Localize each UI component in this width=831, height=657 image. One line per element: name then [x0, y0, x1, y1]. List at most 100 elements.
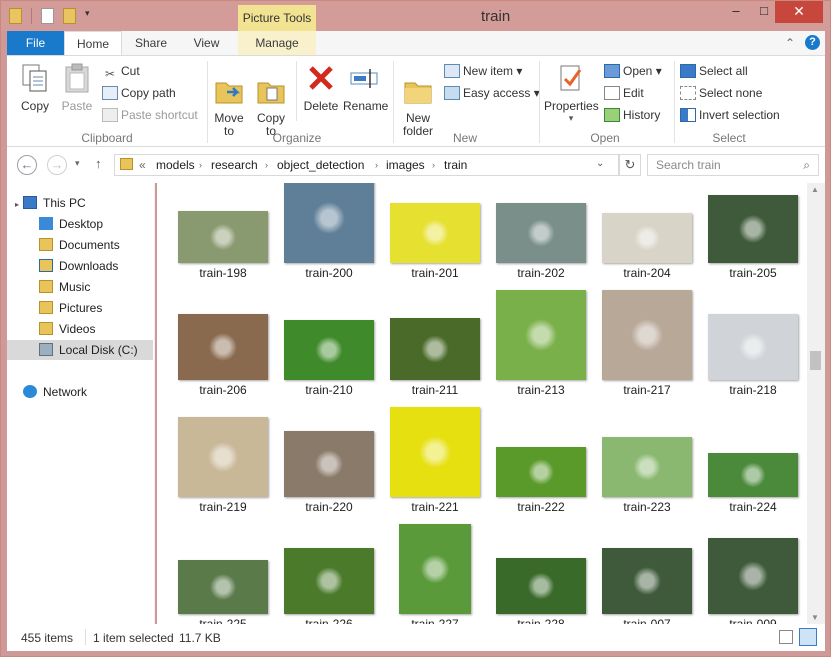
scroll-down-icon[interactable]: ▼: [811, 613, 819, 622]
file-thumbnail[interactable]: train-206: [170, 300, 276, 400]
breadcrumb-train[interactable]: train: [444, 158, 467, 172]
new-item-button[interactable]: New item ▾: [444, 62, 522, 80]
large-icons-view-icon[interactable]: [799, 628, 817, 646]
delete-icon: [309, 66, 333, 90]
up-arrow-icon[interactable]: ↑: [95, 156, 102, 171]
forward-button[interactable]: →: [47, 155, 67, 175]
invert-selection-button[interactable]: Invert selection: [680, 106, 780, 124]
scrollbar-thumb[interactable]: [810, 351, 821, 370]
tab-share[interactable]: Share: [125, 31, 177, 55]
select-all-button[interactable]: Select all: [680, 62, 748, 80]
file-thumbnail[interactable]: train-227: [382, 524, 488, 624]
nav-videos[interactable]: Videos: [7, 319, 153, 339]
file-thumbnail[interactable]: train-205: [700, 183, 806, 283]
breadcrumb-research[interactable]: research: [211, 158, 258, 172]
move-to-button[interactable]: Move to: [211, 62, 247, 151]
nav-documents[interactable]: Documents: [7, 235, 153, 255]
file-thumbnail[interactable]: train-218: [700, 300, 806, 400]
refresh-button[interactable]: ↻: [619, 154, 641, 176]
new-folder-icon[interactable]: [63, 8, 76, 24]
scroll-up-icon[interactable]: ▲: [811, 185, 819, 194]
copy-path-button[interactable]: Copy path: [102, 84, 176, 102]
file-name: train-205: [729, 266, 777, 280]
tab-file[interactable]: File: [7, 31, 64, 55]
expand-chevron-icon[interactable]: ▸: [15, 389, 19, 398]
tab-view[interactable]: View: [179, 31, 234, 55]
file-thumbnail[interactable]: train-220: [276, 417, 382, 517]
nav-pictures[interactable]: Pictures: [7, 298, 153, 318]
nav-local-disk-label: Local Disk (C:): [59, 343, 138, 357]
breadcrumb-models[interactable]: models: [156, 158, 195, 172]
edit-label: Edit: [623, 86, 644, 100]
chevron-right-icon[interactable]: ›: [375, 160, 378, 170]
folder-icon: [120, 158, 133, 170]
file-thumbnail[interactable]: train-201: [382, 183, 488, 283]
nav-network[interactable]: ▸ Network: [15, 382, 161, 402]
maximize-button[interactable]: □: [751, 1, 777, 23]
file-thumbnail[interactable]: train-210: [276, 300, 382, 400]
file-thumbnail[interactable]: train-211: [382, 300, 488, 400]
cut-label: Cut: [121, 64, 140, 78]
file-thumbnail[interactable]: train-219: [170, 417, 276, 517]
close-button[interactable]: ✕: [775, 1, 823, 23]
nav-desktop[interactable]: Desktop: [7, 214, 153, 234]
file-thumbnail[interactable]: train-224: [700, 417, 806, 517]
copy-button[interactable]: Copy: [17, 62, 53, 113]
easy-access-button[interactable]: Easy access ▾: [444, 84, 540, 102]
nav-local-disk[interactable]: Local Disk (C:): [7, 340, 153, 360]
tab-manage[interactable]: Manage: [238, 31, 316, 55]
file-thumbnail[interactable]: train-007: [594, 534, 700, 624]
file-list: train-198 train-200 train-201 train-202 trai…: [157, 183, 807, 624]
chevron-down-icon[interactable]: ⌄: [596, 158, 604, 169]
nav-music[interactable]: Music: [7, 277, 153, 297]
expand-chevron-icon[interactable]: ▸: [15, 200, 19, 209]
select-none-button[interactable]: Select none: [680, 84, 762, 102]
properties-button[interactable]: Properties ▾: [544, 62, 599, 124]
file-thumbnail[interactable]: train-204: [594, 183, 700, 283]
file-name: train-204: [623, 266, 671, 280]
history-button[interactable]: History: [604, 106, 660, 124]
cut-button[interactable]: ✂ Cut: [102, 62, 140, 81]
paste-shortcut-button[interactable]: Paste shortcut: [102, 106, 198, 124]
file-thumbnail[interactable]: train-222: [488, 417, 594, 517]
file-thumbnail[interactable]: train-226: [276, 534, 382, 624]
nav-downloads[interactable]: Downloads: [7, 256, 153, 276]
image-preview: [602, 548, 692, 614]
file-thumbnail[interactable]: train-213: [488, 290, 594, 400]
chevron-right-icon[interactable]: ›: [199, 160, 202, 170]
file-thumbnail[interactable]: train-221: [382, 407, 488, 517]
file-thumbnail[interactable]: train-225: [170, 534, 276, 624]
collapse-ribbon-icon[interactable]: ⌃: [783, 31, 797, 55]
details-view-icon[interactable]: [779, 630, 793, 644]
file-thumbnail[interactable]: train-217: [594, 290, 700, 400]
file-thumbnail[interactable]: train-228: [488, 534, 594, 624]
breadcrumb-images[interactable]: images: [386, 158, 425, 172]
paste-button[interactable]: Paste: [59, 62, 95, 113]
edit-button[interactable]: Edit: [604, 84, 644, 102]
chevron-right-icon[interactable]: ›: [265, 160, 268, 170]
search-input[interactable]: Search train ⌕: [647, 154, 819, 176]
recent-locations-icon[interactable]: ▾: [75, 158, 80, 169]
rename-button[interactable]: Rename: [343, 62, 388, 113]
nav-this-pc[interactable]: ▸ This PC: [15, 193, 161, 213]
chevron-right-icon[interactable]: ›: [432, 160, 435, 170]
open-button[interactable]: Open ▾: [604, 62, 662, 80]
customize-qat-icon[interactable]: ▾: [85, 8, 95, 24]
file-thumbnail[interactable]: train-202: [488, 183, 594, 283]
open-group-label: Open: [590, 131, 620, 145]
minimize-button[interactable]: –: [723, 1, 749, 23]
address-bar[interactable]: « models › research › object_detection ›…: [114, 154, 619, 176]
file-thumbnail[interactable]: train-009: [700, 534, 806, 624]
delete-button[interactable]: Delete: [302, 62, 340, 113]
vertical-scrollbar[interactable]: ▲ ▼: [807, 183, 825, 624]
help-icon[interactable]: ?: [805, 35, 820, 50]
file-thumbnail[interactable]: train-223: [594, 417, 700, 517]
file-thumbnail[interactable]: train-198: [170, 183, 276, 283]
breadcrumb-overflow[interactable]: «: [139, 158, 146, 172]
file-thumbnail[interactable]: train-200: [276, 183, 382, 283]
select-none-icon: [680, 86, 696, 100]
breadcrumb-object-detection[interactable]: object_detection: [277, 158, 364, 172]
back-button[interactable]: ←: [17, 155, 37, 175]
tab-home[interactable]: Home: [64, 31, 122, 56]
properties-icon[interactable]: [41, 8, 54, 24]
